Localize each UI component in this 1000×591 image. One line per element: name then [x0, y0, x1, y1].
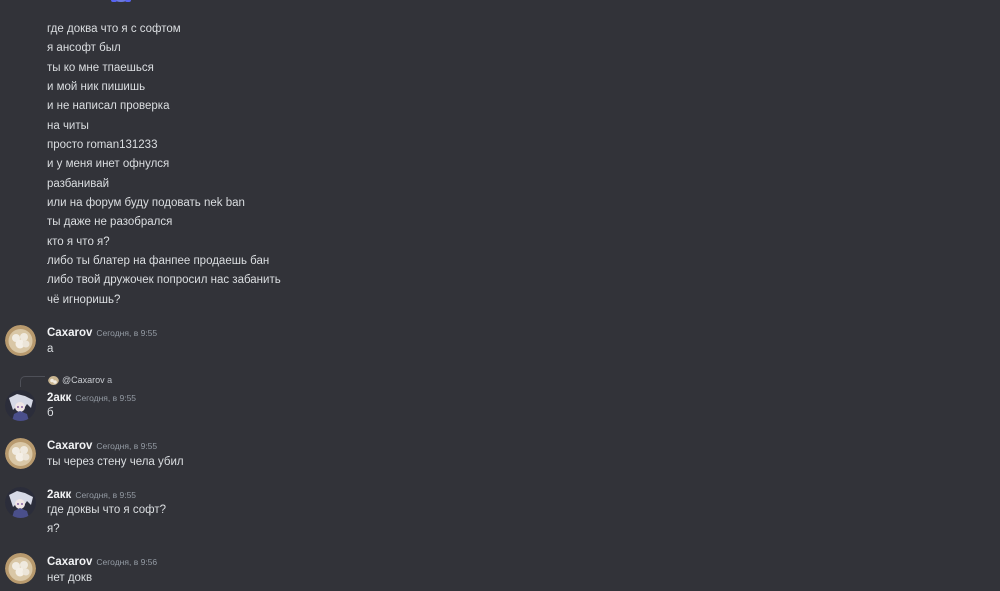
timestamp[interactable]: Сегодня, в 9:55 — [96, 441, 157, 451]
reply-spine — [20, 376, 45, 387]
message-line: ты через стену чела убил — [47, 456, 184, 468]
message-line: нет докв — [47, 572, 93, 584]
message-line: или на форум буду подовать nek ban — [47, 197, 245, 210]
message-line: и не написал проверка — [47, 100, 170, 113]
username[interactable]: 2акк — [47, 392, 71, 404]
message-line: просто roman131233 — [47, 139, 158, 152]
message-line: чё игноришь? — [47, 293, 121, 306]
message-line: либо твой дружочек попросил нас забанить — [47, 274, 281, 287]
reply-mention[interactable]: @Caxarov — [62, 375, 105, 385]
avatar[interactable] — [5, 325, 36, 356]
username[interactable]: Caxarov — [47, 327, 92, 339]
chat-message-list: где доква что я с софтом я ансофт был ты… — [0, 0, 1000, 591]
message-line: где доквы что я софт? — [47, 504, 166, 516]
reply-avatar — [48, 374, 59, 385]
reply-snippet: а — [107, 375, 113, 385]
timestamp[interactable]: Сегодня, в 9:55 — [75, 393, 136, 403]
timestamp[interactable]: Сегодня, в 9:55 — [96, 328, 157, 338]
message-line: а — [47, 343, 54, 355]
message-continuation-group: где доква что я с софтом я ансофт был ты… — [47, 20, 647, 310]
message-line: и мой ник пишишь — [47, 81, 146, 94]
message-line: ты ко мне тпаешься — [47, 61, 154, 74]
avatar[interactable] — [5, 390, 36, 421]
timestamp[interactable]: Сегодня, в 9:55 — [75, 490, 136, 500]
message-line: где доква что я с софтом — [47, 23, 181, 35]
message-line: на читы — [47, 119, 89, 132]
avatar[interactable] — [5, 487, 36, 518]
username[interactable]: 2акк — [47, 489, 71, 501]
sticker-image[interactable] — [108, 0, 134, 10]
username[interactable]: Caxarov — [47, 440, 92, 452]
message-line: либо ты блатер на фанпее продаешь бан — [47, 255, 270, 268]
message-line: б — [47, 407, 54, 419]
message-line: я? — [47, 523, 60, 535]
message-line: кто я что я? — [47, 235, 110, 248]
timestamp[interactable]: Сегодня, в 9:56 — [96, 557, 157, 567]
message-line: я ансофт был — [47, 42, 121, 55]
avatar[interactable] — [5, 553, 36, 584]
message-line: и у меня инет офнулся — [47, 158, 170, 171]
username[interactable]: Caxarov — [47, 556, 92, 568]
message-line: ты даже не разобрался — [47, 216, 173, 229]
avatar[interactable] — [5, 438, 36, 469]
message-line: разбанивай — [47, 177, 110, 190]
